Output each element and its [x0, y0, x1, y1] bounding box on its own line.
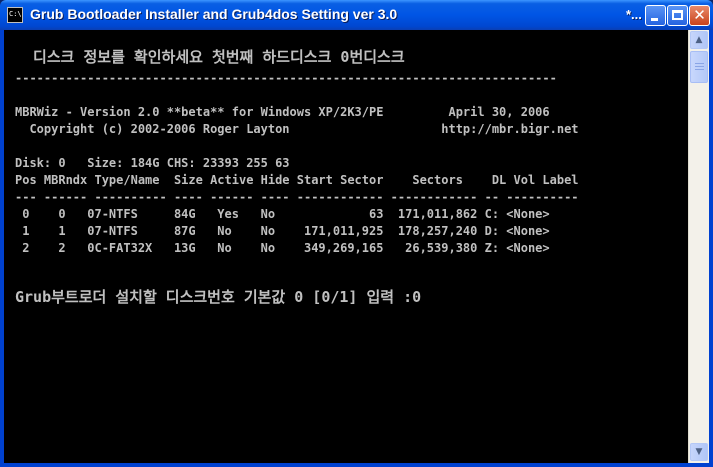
app-icon-label: C:\ [9, 10, 22, 18]
console-output[interactable]: 디스크 정보를 확인하세요 첫번째 하드디스크 0번디스크 ----------… [4, 30, 688, 463]
partition-row: 1 1 07-NTFS 87G No No 171,011,925 178,25… [15, 224, 550, 238]
console-heading: 디스크 정보를 확인하세요 첫번째 하드디스크 0번디스크 [15, 48, 405, 66]
disk-info-line: Disk: 0 Size: 184G CHS: 23393 255 63 [15, 156, 290, 170]
console-app-icon[interactable]: C:\ [7, 7, 23, 23]
window-frame-right [709, 30, 713, 467]
copyright-line: Copyright (c) 2002-2006 Roger Layton htt… [15, 122, 579, 136]
partition-table-header: Pos MBRndx Type/Name Size Active Hide St… [15, 173, 579, 187]
separator-line: ----------------------------------------… [15, 71, 557, 85]
scroll-thumb[interactable] [690, 51, 708, 83]
partition-row: 2 2 0C-FAT32X 13G No No 349,269,165 26,5… [15, 241, 550, 255]
maximize-icon [672, 10, 683, 20]
scroll-down-button[interactable]: ▼ [690, 443, 708, 461]
title-bar[interactable]: C:\ Grub Bootloader Installer and Grub4d… [0, 0, 713, 30]
close-button[interactable]: ✕ [689, 5, 710, 26]
disk-number-prompt[interactable]: Grub부트로더 설치할 디스크번호 기본값 0 [0/1] 입력 :0 [15, 289, 421, 305]
minimize-button[interactable] [645, 5, 666, 26]
grip-line [695, 69, 704, 70]
console-window: C:\ Grub Bootloader Installer and Grub4d… [0, 0, 713, 467]
minimize-icon [651, 18, 658, 21]
window-title-suffix: *... [626, 7, 642, 22]
mbrwiz-version-line: MBRWiz - Version 2.0 **beta** for Window… [15, 105, 550, 119]
maximize-button[interactable] [667, 5, 688, 26]
grip-line [695, 63, 704, 64]
vertical-scrollbar[interactable]: ▲ ▼ [688, 30, 709, 463]
arrow-down-icon: ▼ [695, 447, 703, 457]
scroll-up-button[interactable]: ▲ [690, 31, 708, 49]
close-icon: ✕ [693, 6, 706, 24]
partition-table-rule: --- ------ ---------- ---- ------ ---- -… [15, 190, 579, 204]
grip-line [695, 66, 704, 67]
arrow-up-icon: ▲ [695, 35, 703, 45]
window-title: Grub Bootloader Installer and Grub4dos S… [30, 6, 398, 22]
window-frame-bottom [0, 463, 713, 467]
partition-row: 0 0 07-NTFS 84G Yes No 63 171,011,862 C:… [15, 207, 550, 221]
